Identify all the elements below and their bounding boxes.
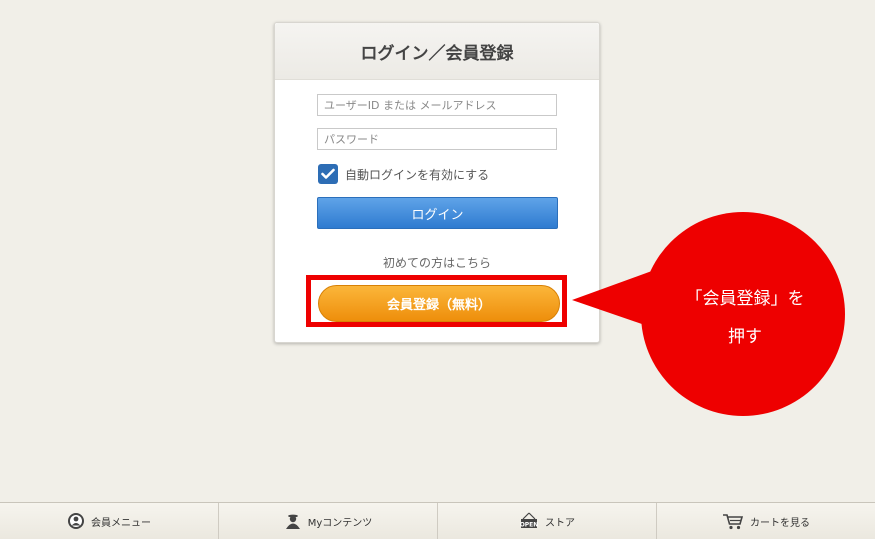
login-button[interactable]: ログイン	[317, 197, 558, 229]
person-icon	[285, 514, 300, 529]
user-id-input[interactable]	[317, 94, 557, 116]
auto-login-checkbox[interactable]	[318, 164, 338, 184]
footer-member-menu-label: 会員メニュー	[91, 517, 151, 529]
auto-login-label: 自動ログインを有効にする	[345, 167, 490, 182]
member-icon	[68, 513, 84, 529]
store-open-sign-icon: OPEN	[520, 512, 539, 529]
login-panel: ログイン／会員登録 自動ログインを有効にする ログイン 初めての方はこちら 会員…	[274, 22, 600, 343]
login-button-label: ログイン	[411, 207, 464, 223]
cart-icon	[723, 514, 744, 530]
footer-my-contents[interactable]: Myコンテンツ	[219, 503, 438, 539]
panel-header: ログイン／会員登録	[275, 23, 599, 80]
first-time-text: 初めての方はこちら	[382, 256, 491, 270]
callout-line-1: 「会員登録」を	[685, 289, 805, 309]
register-button-label: 会員登録（無料）	[386, 298, 491, 313]
footer-cart[interactable]: カートを見る	[657, 503, 875, 539]
footer-cart-label: カートを見る	[750, 517, 810, 529]
checkmark-icon	[321, 168, 335, 179]
callout-text: 「会員登録」を 押す	[660, 280, 830, 356]
footer-nav: 会員メニュー Myコンテンツ OPEN ストア カートを見る	[0, 502, 875, 539]
register-button[interactable]: 会員登録（無料）	[318, 285, 560, 322]
auto-login-row[interactable]: 自動ログインを有効にする	[318, 164, 489, 184]
footer-member-menu[interactable]: 会員メニュー	[0, 503, 219, 539]
password-input[interactable]	[317, 128, 557, 150]
footer-store-label: ストア	[545, 517, 575, 529]
svg-text:OPEN: OPEN	[520, 522, 539, 529]
footer-my-contents-label: Myコンテンツ	[307, 517, 373, 529]
footer-store[interactable]: OPEN ストア	[438, 503, 657, 539]
panel-title: ログイン／会員登録	[360, 43, 514, 64]
callout-line-2: 押す	[728, 327, 762, 347]
